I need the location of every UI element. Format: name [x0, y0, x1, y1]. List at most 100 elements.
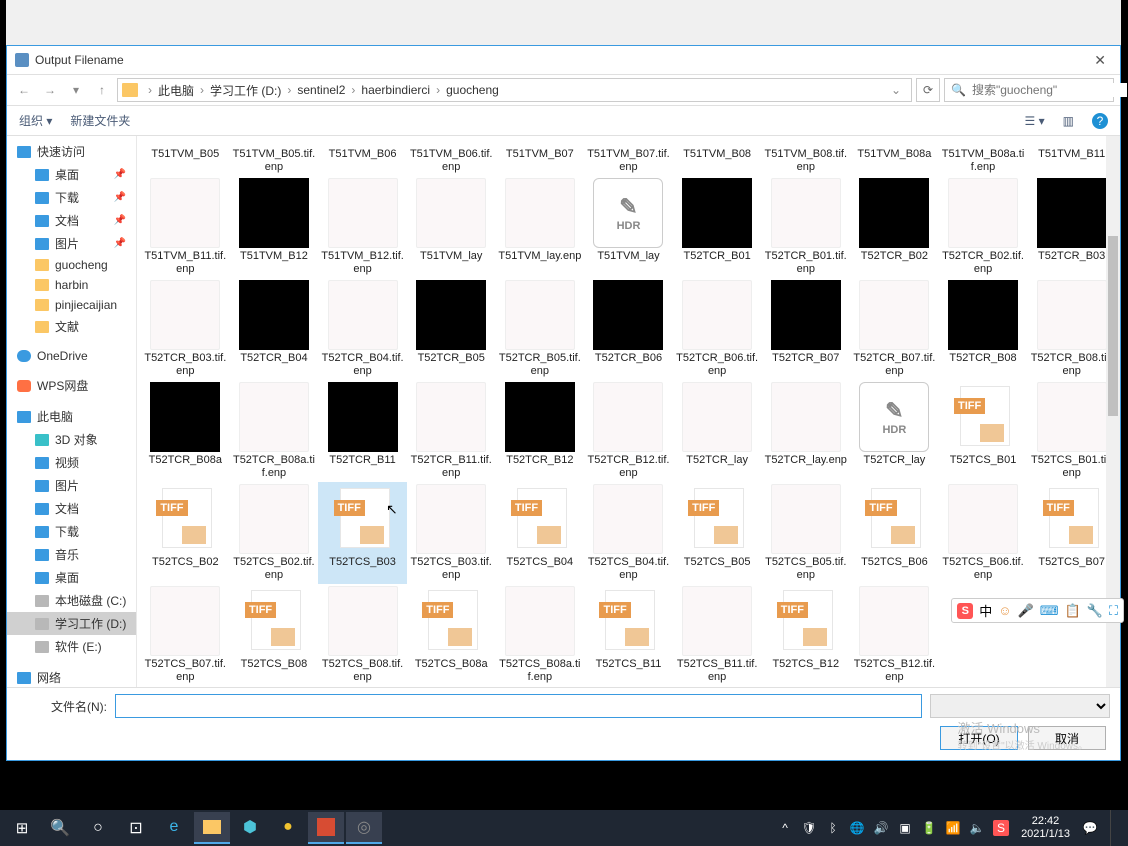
- file-item[interactable]: T52TCR_B12.tif.enp: [584, 380, 673, 482]
- breadcrumb-item[interactable]: sentinel2: [297, 83, 345, 97]
- search-input[interactable]: [972, 83, 1127, 97]
- sidebar-thispc[interactable]: 此电脑: [7, 405, 136, 428]
- tray-icon[interactable]: 🔊: [873, 820, 889, 836]
- file-item[interactable]: T52TCR_B06.tif.enp: [673, 278, 762, 380]
- sidebar-wenxian[interactable]: 文献: [7, 315, 136, 338]
- ime-toolbar[interactable]: S 中 ☺🎤⌨📋🔧⛶: [951, 598, 1124, 623]
- file-item[interactable]: T51TVM_lay: [407, 176, 496, 278]
- file-item[interactable]: T52TCR_B08: [939, 278, 1028, 380]
- refresh-button[interactable]: ⟳: [916, 78, 940, 102]
- tray-icon[interactable]: ▣: [897, 820, 913, 836]
- file-item[interactable]: T52TCS_B11.tif.enp: [673, 584, 762, 686]
- file-item[interactable]: T51TVM_B08a.tif.enp: [939, 144, 1028, 176]
- file-item[interactable]: T52TCR_lay: [673, 380, 762, 482]
- sidebar-onedrive[interactable]: OneDrive: [7, 346, 136, 366]
- tray-ime-icon[interactable]: S: [993, 820, 1009, 836]
- filetype-combo[interactable]: [930, 694, 1110, 718]
- sidebar-desk2[interactable]: 桌面: [7, 566, 136, 589]
- taskbar-app3[interactable]: [308, 812, 344, 844]
- file-item[interactable]: TIFFT52TCS_B11: [584, 584, 673, 686]
- breadcrumb-root[interactable]: 此电脑: [158, 82, 194, 99]
- sidebar-documents[interactable]: 文档📌: [7, 209, 136, 232]
- tray-bluetooth-icon[interactable]: ᛒ: [825, 820, 841, 836]
- file-item[interactable]: T52TCS_B07.tif.enp: [141, 584, 230, 686]
- sogou-icon[interactable]: S: [957, 603, 973, 619]
- file-item[interactable]: T52TCR_B03.tif.enp: [141, 278, 230, 380]
- file-item[interactable]: T51TVM_B06: [318, 144, 407, 176]
- taskbar-taskview[interactable]: ⊡: [118, 812, 154, 844]
- file-item[interactable]: T52TCR_B08.tif.enp: [1027, 278, 1116, 380]
- tray-icon[interactable]: 🌐: [849, 820, 865, 836]
- taskbar-app1[interactable]: ⬢: [232, 812, 268, 844]
- help-icon[interactable]: ?: [1092, 113, 1108, 129]
- view-button[interactable]: ☰ ▾: [1025, 114, 1045, 128]
- file-item[interactable]: T52TCR_B03: [1027, 176, 1116, 278]
- file-item[interactable]: T52TCR_B07.tif.enp: [850, 278, 939, 380]
- file-item[interactable]: T52TCS_B12.tif.enp: [850, 584, 939, 686]
- breadcrumb-item[interactable]: 学习工作 (D:): [210, 82, 281, 99]
- file-item[interactable]: TIFFT52TCS_B01: [939, 380, 1028, 482]
- up-button[interactable]: ↑: [91, 79, 113, 101]
- sidebar-docs2[interactable]: 文档: [7, 497, 136, 520]
- tray-battery-icon[interactable]: 🔋: [921, 820, 937, 836]
- taskbar-app4[interactable]: ◎: [346, 812, 382, 844]
- file-item[interactable]: T51TVM_B11.tif.enp: [141, 176, 230, 278]
- file-item[interactable]: T52TCS_B05.tif.enp: [761, 482, 850, 584]
- file-item[interactable]: T52TCR_B08a: [141, 380, 230, 482]
- file-item[interactable]: T51TVM_B05.tif.enp: [230, 144, 319, 176]
- breadcrumb-item[interactable]: haerbindierci: [361, 83, 430, 97]
- file-item[interactable]: T52TCR_B02: [850, 176, 939, 278]
- sidebar-pinjie[interactable]: pinjiecaijian: [7, 295, 136, 315]
- file-item[interactable]: ✎HDRT52TCR_lay: [850, 380, 939, 482]
- file-item[interactable]: T52TCS_B04.tif.enp: [584, 482, 673, 584]
- taskbar-edge[interactable]: e: [156, 812, 192, 844]
- file-item[interactable]: T52TCR_B06: [584, 278, 673, 380]
- file-item[interactable]: TIFFT52TCS_B03: [318, 482, 407, 584]
- file-item[interactable]: T52TCR_B01.tif.enp: [761, 176, 850, 278]
- preview-pane-button[interactable]: ▥: [1063, 114, 1074, 128]
- file-item[interactable]: T51TVM_B08a: [850, 144, 939, 176]
- tray-icon[interactable]: 🛡: [801, 820, 817, 836]
- sidebar-quick-access[interactable]: 快速访问: [7, 140, 136, 163]
- sidebar-pictures[interactable]: 图片📌: [7, 232, 136, 255]
- file-item[interactable]: TIFFT52TCS_B08: [230, 584, 319, 686]
- file-item[interactable]: T52TCS_B06.tif.enp: [939, 482, 1028, 584]
- file-item[interactable]: T52TCR_B12: [496, 380, 585, 482]
- file-item[interactable]: TIFFT52TCS_B08a: [407, 584, 496, 686]
- filename-input[interactable]: [115, 694, 922, 718]
- sidebar-desktop[interactable]: 桌面📌: [7, 163, 136, 186]
- breadcrumb-item[interactable]: guocheng: [446, 83, 499, 97]
- breadcrumb-dropdown-icon[interactable]: ⌄: [885, 83, 907, 97]
- taskbar-cortana[interactable]: ○: [80, 812, 116, 844]
- file-item[interactable]: T51TVM_B11: [1027, 144, 1116, 176]
- recent-dropdown[interactable]: ▾: [65, 79, 87, 101]
- breadcrumb[interactable]: › 此电脑 › 学习工作 (D:) › sentinel2 › haerbind…: [117, 78, 912, 102]
- file-item[interactable]: T51TVM_B12.tif.enp: [318, 176, 407, 278]
- ime-lang[interactable]: 中: [979, 601, 992, 620]
- file-item[interactable]: TIFFT52TCS_B07: [1027, 482, 1116, 584]
- file-item[interactable]: T52TCR_B07: [761, 278, 850, 380]
- file-item[interactable]: T52TCS_B03.tif.enp: [407, 482, 496, 584]
- file-item[interactable]: T51TVM_lay.enp: [496, 176, 585, 278]
- show-desktop-button[interactable]: [1110, 810, 1116, 846]
- sidebar-video[interactable]: 视频: [7, 451, 136, 474]
- sidebar-pics2[interactable]: 图片: [7, 474, 136, 497]
- sidebar-drived[interactable]: 学习工作 (D:): [7, 612, 136, 635]
- file-item[interactable]: T51TVM_B07.tif.enp: [584, 144, 673, 176]
- file-item[interactable]: T52TCS_B08a.tif.enp: [496, 584, 585, 686]
- file-item[interactable]: T52TCR_B04.tif.enp: [318, 278, 407, 380]
- file-item[interactable]: T52TCS_B08.tif.enp: [318, 584, 407, 686]
- file-item[interactable]: T52TCR_B11: [318, 380, 407, 482]
- file-item[interactable]: T51TVM_B05: [141, 144, 230, 176]
- file-item[interactable]: TIFFT52TCS_B05: [673, 482, 762, 584]
- tray-up-icon[interactable]: ^: [777, 820, 793, 836]
- notification-icon[interactable]: 💬: [1082, 820, 1098, 836]
- sidebar-drivee[interactable]: 软件 (E:): [7, 635, 136, 658]
- taskbar-search[interactable]: 🔍: [42, 812, 78, 844]
- file-item[interactable]: TIFFT52TCS_B04: [496, 482, 585, 584]
- file-item[interactable]: T52TCR_B11.tif.enp: [407, 380, 496, 482]
- file-item[interactable]: T52TCR_B05: [407, 278, 496, 380]
- file-item[interactable]: ✎HDRT51TVM_lay: [584, 176, 673, 278]
- file-item[interactable]: T51TVM_B12: [230, 176, 319, 278]
- close-icon[interactable]: ✕: [1088, 52, 1112, 69]
